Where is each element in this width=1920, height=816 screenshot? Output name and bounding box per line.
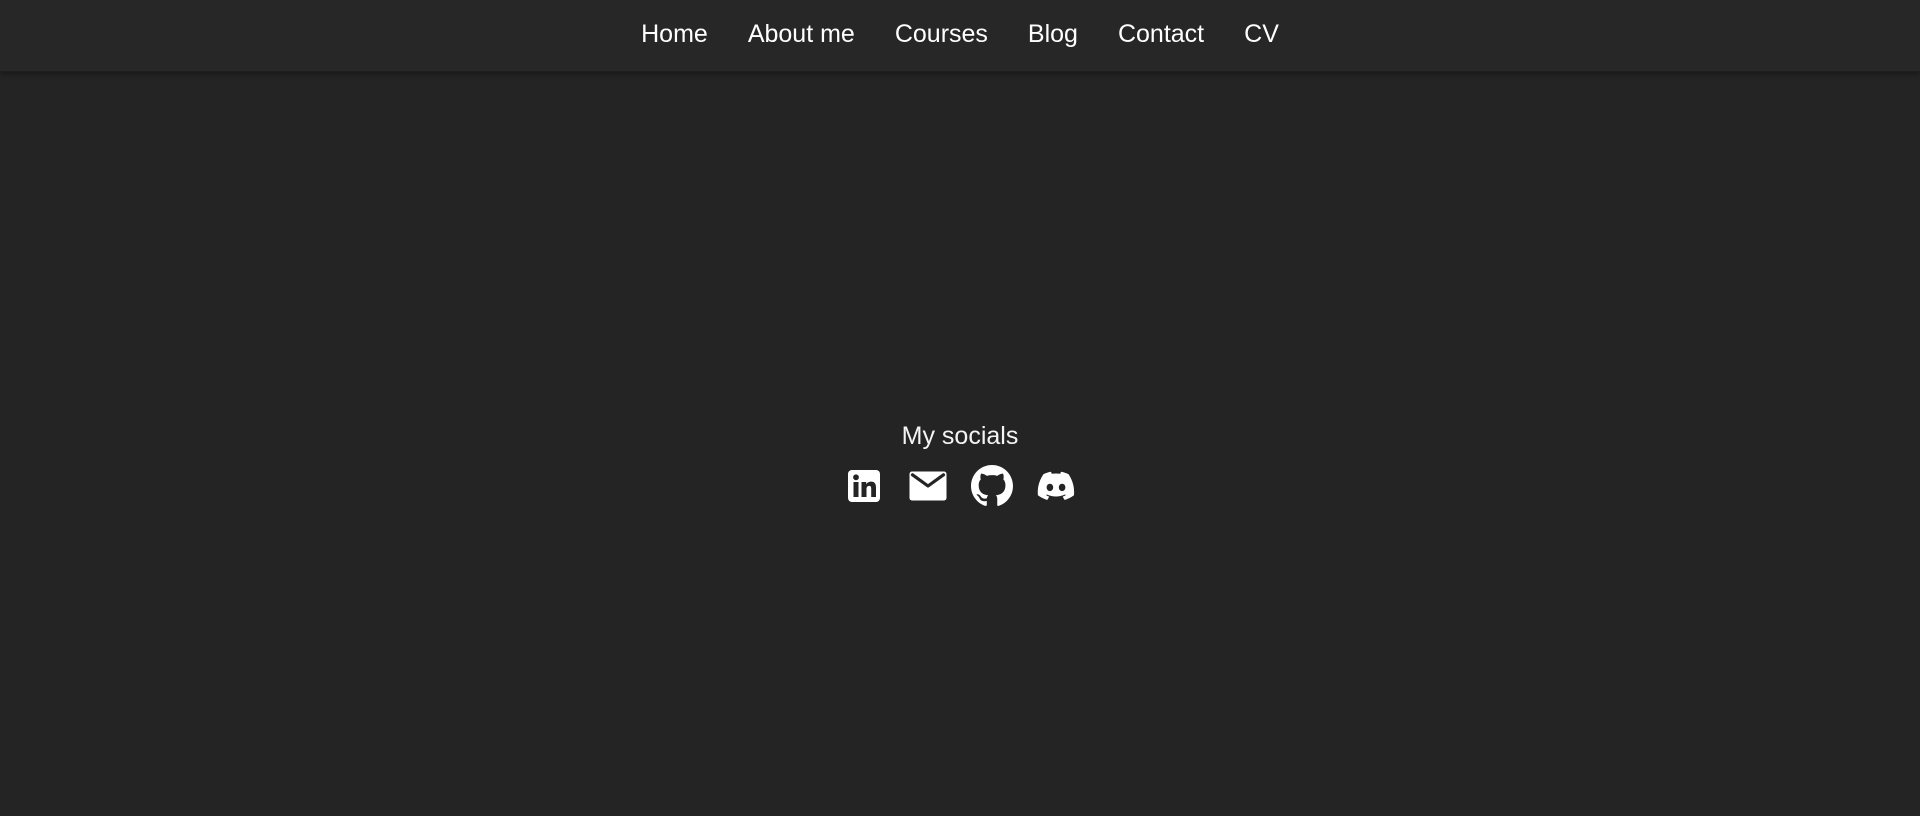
discord-icon <box>1037 471 1075 500</box>
socials-heading: My socials <box>901 422 1019 450</box>
linkedin-icon <box>848 470 880 502</box>
linkedin-link[interactable] <box>843 465 885 507</box>
socials-section: My socials <box>0 418 1920 508</box>
nav-menu: Home About me Courses Blog Contact CV <box>0 0 1920 68</box>
nav-link-home[interactable]: Home <box>641 21 708 47</box>
github-icon <box>971 465 1013 506</box>
nav-link-contact[interactable]: Contact <box>1118 21 1204 47</box>
mail-icon <box>909 471 947 501</box>
nav-link-courses[interactable]: Courses <box>895 21 988 47</box>
nav-link-cv[interactable]: CV <box>1244 21 1279 47</box>
github-link[interactable] <box>971 465 1013 507</box>
nav-link-blog[interactable]: Blog <box>1028 21 1078 47</box>
email-link[interactable] <box>907 465 949 507</box>
discord-link[interactable] <box>1035 465 1077 507</box>
social-icons-row <box>0 464 1920 508</box>
top-navigation-bar: Home About me Courses Blog Contact CV <box>0 0 1920 72</box>
nav-link-about-me[interactable]: About me <box>748 21 855 47</box>
